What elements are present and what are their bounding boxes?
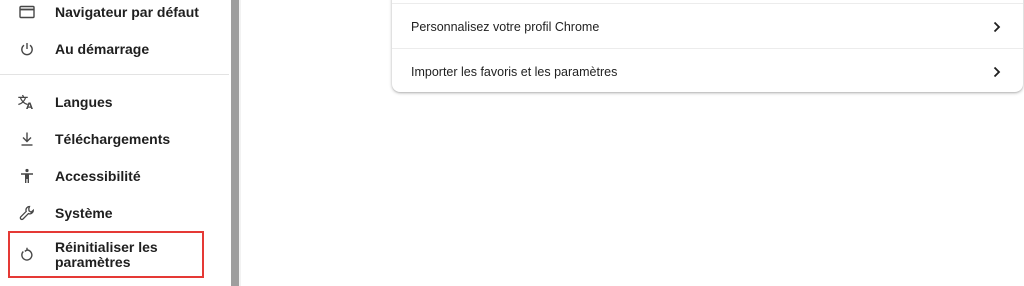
row-label: Personnalisez votre profil Chrome [411, 19, 600, 34]
accessibility-icon [17, 166, 37, 186]
translate-icon: 文A [17, 92, 37, 112]
sidebar-item-label: Téléchargements [55, 131, 171, 147]
sidebar-item-label: Navigateur par défaut [55, 4, 199, 20]
chevron-right-icon [991, 21, 1003, 33]
chevron-right-icon [991, 66, 1003, 78]
row-customize-profile[interactable]: Personnalisez votre profil Chrome [392, 4, 1023, 49]
sidebar-item-languages[interactable]: 文A Langues [0, 90, 231, 114]
power-icon [17, 39, 37, 59]
sidebar-item-system[interactable]: Système [0, 201, 231, 225]
sidebar-item-downloads[interactable]: Téléchargements [0, 127, 231, 151]
sidebar-item-accessibility[interactable]: Accessibilité [0, 164, 231, 188]
settings-card: Personnalisez votre profil Chrome Import… [392, 0, 1023, 92]
sidebar-item-label: Système [55, 205, 113, 221]
sidebar-item-label: Au démarrage [55, 41, 150, 57]
row-import-bookmarks[interactable]: Importer les favoris et les paramètres [392, 49, 1023, 94]
browser-window-icon [17, 2, 37, 22]
sidebar-item-label: Langues [55, 94, 113, 110]
settings-sidebar: Navigateur par défaut Au démarrage 文A La… [0, 0, 231, 286]
sidebar-scrollbar[interactable] [231, 0, 239, 286]
highlight-box [8, 231, 204, 278]
row-label: Importer les favoris et les paramètres [411, 64, 618, 79]
sidebar-item-on-startup[interactable]: Au démarrage [0, 37, 231, 61]
sidebar-item-default-browser[interactable]: Navigateur par défaut [0, 1, 231, 23]
gutter [239, 0, 241, 286]
svg-text:A: A [26, 102, 33, 110]
sidebar-item-label: Accessibilité [55, 168, 141, 184]
download-icon [17, 129, 37, 149]
sidebar-divider [0, 74, 229, 75]
wrench-icon [17, 203, 37, 223]
